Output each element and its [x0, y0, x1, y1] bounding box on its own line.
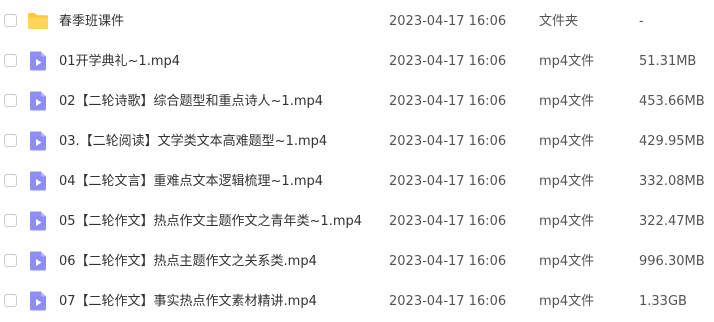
video-file-icon — [27, 210, 49, 232]
row-checkbox[interactable] — [4, 294, 17, 307]
file-modified-date: 2023-04-17 16:06 — [389, 214, 507, 229]
file-type: 文件夹 — [539, 14, 579, 29]
file-type: mp4文件 — [539, 94, 595, 109]
file-modified-date: 2023-04-17 16:06 — [389, 54, 507, 69]
file-modified-date: 2023-04-17 16:06 — [389, 294, 507, 309]
file-row-video[interactable]: 03.【二轮阅读】文学类文本高难题型~1.mp4 2023-04-17 16:0… — [0, 122, 714, 162]
file-row-video[interactable]: 01开学典礼~1.mp4 2023-04-17 16:06 mp4文件 51.3… — [0, 42, 714, 82]
file-modified-date: 2023-04-17 16:06 — [389, 254, 507, 269]
file-type: mp4文件 — [539, 134, 595, 149]
file-type: mp4文件 — [539, 54, 595, 69]
file-name[interactable]: 春季班课件 — [59, 13, 124, 30]
row-checkbox[interactable] — [4, 174, 17, 187]
file-modified-date: 2023-04-17 16:06 — [389, 94, 507, 109]
file-size: 322.47MB — [639, 214, 705, 229]
file-list: 春季班课件 2023-04-17 16:06 文件夹 - 01开学典礼~1.mp… — [0, 0, 714, 319]
file-row-video[interactable]: 04【二轮文言】重难点文本逻辑梳理~1.mp4 2023-04-17 16:06… — [0, 162, 714, 202]
row-checkbox[interactable] — [4, 254, 17, 267]
video-file-icon — [27, 90, 49, 112]
file-modified-date: 2023-04-17 16:06 — [389, 134, 507, 149]
file-modified-date: 2023-04-17 16:06 — [389, 14, 507, 29]
file-type: mp4文件 — [539, 254, 595, 269]
file-name[interactable]: 01开学典礼~1.mp4 — [59, 53, 180, 70]
file-size: 996.30MB — [639, 254, 705, 269]
video-file-icon — [27, 170, 49, 192]
row-checkbox[interactable] — [4, 14, 17, 27]
file-row-folder[interactable]: 春季班课件 2023-04-17 16:06 文件夹 - — [0, 2, 714, 42]
file-type: mp4文件 — [539, 174, 595, 189]
file-size: 429.95MB — [639, 134, 705, 149]
file-name[interactable]: 04【二轮文言】重难点文本逻辑梳理~1.mp4 — [59, 173, 323, 190]
file-size: 1.33GB — [639, 294, 687, 309]
file-row-video[interactable]: 06【二轮作文】热点主题作文之关系类.mp4 2023-04-17 16:06 … — [0, 242, 714, 282]
file-size: 332.08MB — [639, 174, 705, 189]
row-checkbox[interactable] — [4, 94, 17, 107]
file-name[interactable]: 06【二轮作文】热点主题作文之关系类.mp4 — [59, 253, 317, 270]
file-type: mp4文件 — [539, 214, 595, 229]
file-name[interactable]: 05【二轮作文】热点作文主题作文之青年类~1.mp4 — [59, 213, 362, 230]
file-name[interactable]: 03.【二轮阅读】文学类文本高难题型~1.mp4 — [59, 133, 327, 150]
file-type: mp4文件 — [539, 294, 595, 309]
video-file-icon — [27, 290, 49, 312]
file-size: - — [639, 14, 644, 29]
file-modified-date: 2023-04-17 16:06 — [389, 174, 507, 189]
file-row-video[interactable]: 02【二轮诗歌】综合题型和重点诗人~1.mp4 2023-04-17 16:06… — [0, 82, 714, 122]
file-row-video[interactable]: 07【二轮作文】事实热点作文素材精讲.mp4 2023-04-17 16:06 … — [0, 282, 714, 322]
file-size: 51.31MB — [639, 54, 697, 69]
folder-icon — [27, 10, 49, 32]
file-name[interactable]: 02【二轮诗歌】综合题型和重点诗人~1.mp4 — [59, 93, 323, 110]
file-size: 453.66MB — [639, 94, 705, 109]
row-checkbox[interactable] — [4, 54, 17, 67]
file-row-video[interactable]: 05【二轮作文】热点作文主题作文之青年类~1.mp4 2023-04-17 16… — [0, 202, 714, 242]
file-name[interactable]: 07【二轮作文】事实热点作文素材精讲.mp4 — [59, 293, 317, 310]
video-file-icon — [27, 250, 49, 272]
row-checkbox[interactable] — [4, 134, 17, 147]
video-file-icon — [27, 130, 49, 152]
video-file-icon — [27, 50, 49, 72]
row-checkbox[interactable] — [4, 214, 17, 227]
